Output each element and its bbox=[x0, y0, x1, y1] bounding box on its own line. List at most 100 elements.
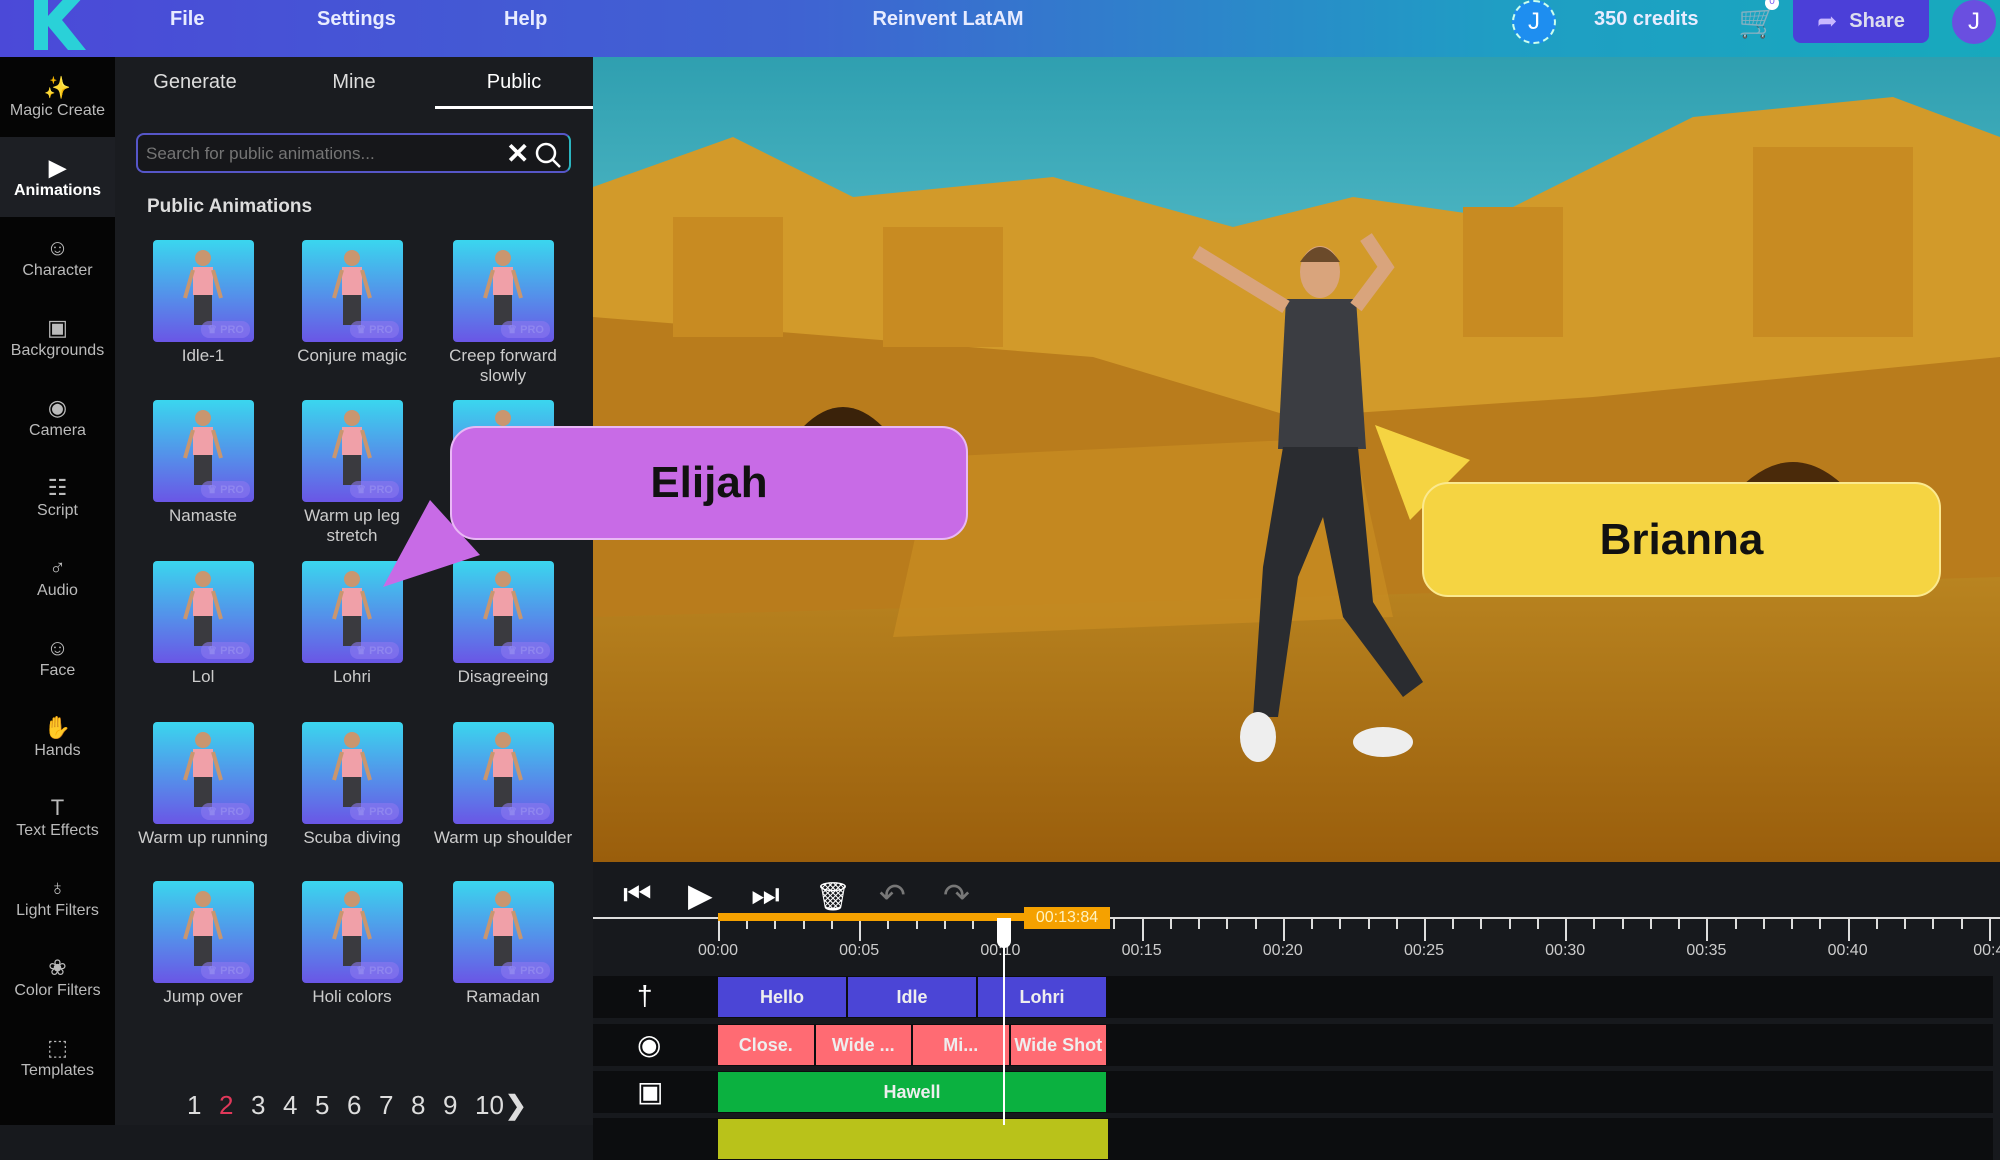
background-icon[interactable]: ▣ bbox=[637, 1075, 663, 1108]
sidebar-item-templates[interactable]: ⬚ Templates bbox=[0, 1017, 115, 1097]
delete-icon[interactable]: 🗑 bbox=[815, 880, 851, 913]
sidebar-item-text-effects[interactable]: T Text Effects bbox=[0, 777, 115, 857]
sidebar-item-magic-create[interactable]: ✨ Magic Create bbox=[0, 57, 115, 137]
animation-thumbnail[interactable]: ♛ PRO bbox=[453, 722, 554, 824]
page-8[interactable]: 8 bbox=[411, 1090, 425, 1121]
pro-badge: ♛ PRO bbox=[501, 962, 550, 979]
animation-thumbnail[interactable]: ♛ PRO bbox=[302, 722, 403, 824]
sidebar-item-label: Hands bbox=[34, 742, 81, 759]
page-5[interactable]: 5 bbox=[315, 1090, 329, 1121]
timeline-clip[interactable]: Wide ... bbox=[815, 1025, 911, 1065]
profile-avatar[interactable]: J bbox=[1952, 0, 1996, 44]
timeline-clip[interactable]: Idle bbox=[848, 977, 976, 1017]
ruler-tick bbox=[1169, 919, 1172, 929]
face-icon: ☺ bbox=[46, 635, 69, 660]
animation-thumbnail[interactable]: ♛ PRO bbox=[153, 240, 254, 342]
ruler-tick bbox=[1367, 919, 1370, 929]
animation-label: Warm up shoulder bbox=[433, 828, 573, 847]
speech-bubble-elijah[interactable]: Elijah bbox=[450, 426, 968, 540]
sidebar-item-hands[interactable]: ✋ Hands bbox=[0, 697, 115, 777]
text-icon: T bbox=[50, 795, 65, 820]
search-input[interactable] bbox=[146, 141, 486, 167]
page-2[interactable]: 2 bbox=[219, 1090, 233, 1121]
skip-start-icon[interactable]: ⏮ bbox=[623, 876, 652, 914]
ruler-tick bbox=[859, 919, 862, 941]
sidebar-item-backgrounds[interactable]: ▣ Backgrounds bbox=[0, 297, 115, 377]
ruler-tick bbox=[1904, 919, 1907, 929]
ruler-tick bbox=[1452, 919, 1455, 929]
sidebar-item-light-filters[interactable]: ♁ Light Filters bbox=[0, 857, 115, 937]
tab-generate[interactable]: Generate bbox=[115, 71, 275, 94]
timeline-clip[interactable] bbox=[718, 1119, 1108, 1159]
current-time-label: 00:13:84 bbox=[1024, 907, 1110, 929]
search-icon[interactable] bbox=[534, 141, 562, 169]
pro-badge: ♛ PRO bbox=[201, 962, 250, 979]
animation-thumbnail[interactable]: ♛ PRO bbox=[153, 881, 254, 983]
animation-thumbnail[interactable]: ♛ PRO bbox=[453, 240, 554, 342]
clear-icon[interactable]: ✕ bbox=[506, 137, 529, 170]
animation-thumbnail[interactable]: ♛ PRO bbox=[302, 240, 403, 342]
tab-public[interactable]: Public bbox=[434, 71, 594, 94]
speech-bubble-brianna[interactable]: Brianna bbox=[1422, 482, 1941, 597]
page-3[interactable]: 3 bbox=[251, 1090, 265, 1121]
play-icon[interactable]: ▶ bbox=[688, 876, 713, 914]
animation-thumbnail[interactable]: ♛ PRO bbox=[453, 881, 554, 983]
sidebar-item-label: Character bbox=[22, 262, 93, 279]
animation-thumbnail[interactable]: ♛ PRO bbox=[153, 722, 254, 824]
animation-label: Conjure magic bbox=[297, 346, 407, 365]
ruler-tick bbox=[1734, 919, 1737, 929]
animation-thumbnail[interactable]: ♛ PRO bbox=[153, 400, 254, 502]
timeline-clip[interactable]: Close. bbox=[718, 1025, 814, 1065]
sidebar-item-label: Light Filters bbox=[16, 902, 99, 919]
ruler-tick bbox=[1791, 919, 1794, 929]
animation-label: Namaste bbox=[168, 506, 238, 525]
ruler-label: 00:35 bbox=[1686, 942, 1727, 959]
sidebar-item-audio[interactable]: ♂ Audio bbox=[0, 537, 115, 617]
page-6[interactable]: 6 bbox=[347, 1090, 361, 1121]
sidebar-item-camera[interactable]: ◉ Camera bbox=[0, 377, 115, 457]
animation-thumbnail[interactable]: ♛ PRO bbox=[153, 561, 254, 663]
sidebar-item-character[interactable]: ☺ Character bbox=[0, 217, 115, 297]
ruler-tick bbox=[1565, 919, 1568, 941]
sidebar-item-color-filters[interactable]: ❀ Color Filters bbox=[0, 937, 115, 1017]
ruler-tick bbox=[1875, 919, 1878, 929]
next-page-icon[interactable]: ❯ bbox=[505, 1090, 527, 1121]
sidebar-item-animations[interactable]: ▶ Animations bbox=[0, 137, 115, 217]
page-1[interactable]: 1 bbox=[187, 1090, 201, 1121]
timeline-clip[interactable]: Lohri bbox=[978, 977, 1106, 1017]
page-9[interactable]: 9 bbox=[443, 1090, 457, 1121]
page-10[interactable]: 10 bbox=[475, 1090, 504, 1121]
tab-mine[interactable]: Mine bbox=[274, 71, 434, 94]
sidebar-item-script[interactable]: ☷ Script bbox=[0, 457, 115, 537]
timeline-clip[interactable]: Hawell bbox=[718, 1072, 1106, 1112]
script-icon: ☷ bbox=[47, 475, 68, 500]
sidebar-item-label: Text Effects bbox=[16, 822, 99, 839]
redo-icon[interactable]: ↷ bbox=[943, 876, 970, 914]
ruler-label: 00:00 bbox=[697, 942, 739, 959]
timeline-clip[interactable]: Mi... bbox=[913, 1025, 1009, 1065]
collaborator-avatar[interactable]: J bbox=[1512, 0, 1556, 44]
share-button[interactable]: ➦ Share bbox=[1793, 0, 1929, 43]
ruler-tick bbox=[1819, 919, 1822, 929]
animation-thumbnail[interactable]: ♛ PRO bbox=[302, 881, 403, 983]
skip-end-icon[interactable]: ⏭ bbox=[751, 876, 780, 914]
ruler-tick bbox=[1536, 919, 1539, 929]
sidebar-item-label: Color Filters bbox=[14, 982, 101, 999]
timeline-clip[interactable]: Hello bbox=[718, 977, 846, 1017]
page-7[interactable]: 7 bbox=[379, 1090, 393, 1121]
undo-icon[interactable]: ↶ bbox=[879, 876, 906, 914]
timeline-clip[interactable]: Wide Shot bbox=[1010, 1025, 1106, 1065]
page-4[interactable]: 4 bbox=[283, 1090, 297, 1121]
person-icon[interactable]: † bbox=[637, 980, 653, 1012]
pro-badge: ♛ PRO bbox=[350, 321, 399, 338]
pro-badge: ♛ PRO bbox=[201, 321, 250, 338]
ruler-tick bbox=[1988, 919, 1991, 941]
ruler-tick bbox=[1113, 919, 1116, 929]
sidebar-item-label: Script bbox=[37, 502, 78, 519]
sidebar-item-face[interactable]: ☺ Face bbox=[0, 617, 115, 697]
pro-badge: ♛ PRO bbox=[350, 962, 399, 979]
camera-icon[interactable]: ◉ bbox=[637, 1028, 661, 1061]
sidebar-item-label: Templates bbox=[21, 1062, 94, 1079]
animation-thumbnail[interactable]: ♛ PRO bbox=[302, 400, 403, 502]
hand-icon: ✋ bbox=[43, 715, 72, 740]
